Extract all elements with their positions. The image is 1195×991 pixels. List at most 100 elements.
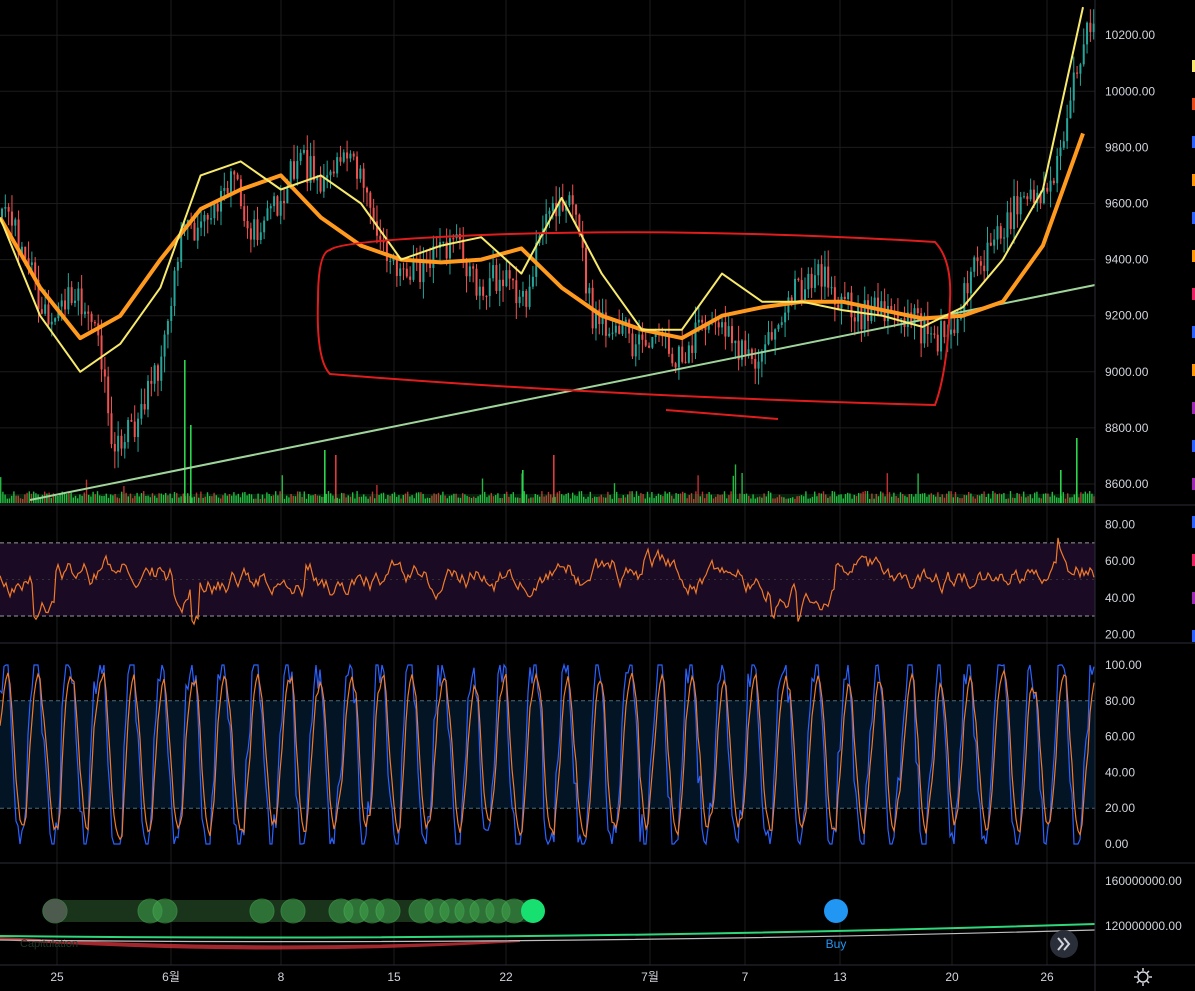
scroll-to-latest-button[interactable] [1050, 930, 1078, 958]
candle-body [943, 321, 946, 338]
candle-body [475, 268, 478, 296]
candle-body [80, 288, 83, 315]
candle-body [611, 332, 614, 334]
candle-body [173, 270, 176, 307]
candle-body [877, 297, 879, 315]
candle-body [508, 270, 511, 279]
candle-body [379, 235, 382, 240]
candle-body [492, 265, 495, 279]
candle-body [867, 300, 870, 321]
candle-body [767, 332, 770, 345]
candle-body [163, 334, 166, 357]
candle-body [936, 334, 939, 352]
candle-body [356, 156, 359, 179]
candle-body [774, 329, 777, 340]
stoch-tick-label: 0.00 [1105, 837, 1129, 851]
candle-body [953, 329, 956, 334]
candle-body [402, 268, 405, 270]
candle-body [807, 273, 810, 290]
candle-body [1023, 196, 1025, 198]
candle-body [478, 286, 481, 296]
candle-body [681, 346, 684, 362]
candle-body [452, 238, 455, 240]
candle-body [784, 312, 787, 323]
candle-body [969, 271, 972, 294]
candle-body [419, 260, 422, 283]
candle-body [512, 278, 514, 281]
stoch-tick-label: 80.00 [1105, 694, 1135, 708]
candle-body [166, 320, 169, 335]
candle-body [67, 287, 70, 310]
price-tick-label: 9200.00 [1105, 309, 1149, 323]
candle-body [648, 345, 651, 348]
candle-body [521, 290, 524, 297]
candle-body [482, 286, 485, 296]
candle-body [236, 174, 239, 180]
candle-body [999, 226, 1002, 239]
candle-body [322, 177, 325, 192]
signal-dot [375, 898, 401, 924]
candle-body [687, 345, 690, 363]
candle-body [74, 300, 76, 304]
candle-body [442, 241, 445, 243]
candle-body [233, 171, 236, 175]
candle-body [54, 318, 57, 322]
candle-body [1032, 189, 1035, 203]
price-tick-label: 9600.00 [1105, 197, 1149, 211]
candle-body [170, 306, 173, 321]
candle-body [989, 242, 992, 246]
candle-body [50, 321, 53, 325]
candle-body [724, 322, 727, 337]
candle-body [531, 276, 534, 287]
candle-body [472, 266, 475, 269]
candle-body [1069, 100, 1072, 119]
candle-body [502, 279, 505, 287]
trading-chart[interactable]: Buy Capitulation 10200.00 10000.00 9800.00 9… [0, 0, 1195, 991]
signal-tick-label: 120000000.00 [1105, 919, 1182, 933]
candle-body [299, 152, 302, 161]
rsi-tick-label: 60.00 [1105, 554, 1135, 568]
candle-body [120, 435, 123, 449]
candle-body [644, 339, 647, 346]
candle-body [263, 220, 266, 233]
candle-body [422, 262, 425, 283]
candle-body [697, 319, 700, 323]
candle-body [1006, 212, 1009, 238]
candle-body [813, 275, 816, 288]
candle-body [243, 206, 246, 221]
candle-body [933, 333, 936, 335]
candle-body [631, 333, 634, 357]
price-tick-label: 8800.00 [1105, 421, 1149, 435]
candle-body [346, 152, 349, 159]
stoch-tick-label: 20.00 [1105, 801, 1135, 815]
candle-body [857, 306, 860, 322]
price-tick-label: 9000.00 [1105, 365, 1149, 379]
candle-body [147, 380, 149, 410]
candle-body [820, 264, 823, 287]
candle-body [60, 300, 63, 307]
time-tick-label: 7 [742, 970, 749, 984]
candle-body [130, 419, 133, 422]
candle-body [1082, 44, 1085, 65]
candle-body [405, 268, 408, 277]
candle-body [266, 208, 269, 221]
candle-body [1079, 64, 1082, 74]
candle-body [568, 195, 571, 206]
candle-body [505, 270, 508, 287]
candle-body [747, 349, 750, 355]
candle-body [7, 207, 10, 212]
candle-body [691, 345, 694, 353]
candle-body [349, 153, 352, 159]
candle-body [860, 306, 863, 330]
candle-body [196, 227, 199, 241]
signal-dot-gray [43, 899, 67, 923]
candle-body [1003, 237, 1006, 239]
candle-body [306, 149, 309, 183]
candle-body [651, 336, 654, 348]
candle-body [156, 365, 159, 381]
volume-spike [1076, 438, 1078, 503]
candle-body [143, 404, 146, 410]
candle-body [1062, 141, 1065, 148]
candle-body [827, 266, 830, 288]
candle-body [1029, 189, 1032, 200]
